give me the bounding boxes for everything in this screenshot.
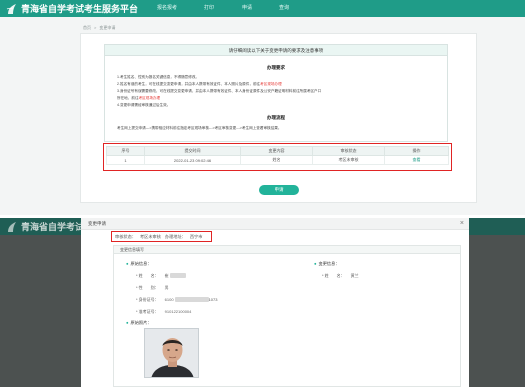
original-id-value: 6100 <box>164 297 174 302</box>
original-id-field: * 身份证号： 6100 1073 <box>136 297 218 303</box>
original-gender-value: 男 <box>164 285 169 290</box>
nav-item-query[interactable]: 查询 <box>279 2 289 15</box>
change-request-modal-screen: 青海省自学考试考生服务平台 变更申请 × 审核状态： 考区未审核 办理地址： 西宁市 … <box>0 218 525 387</box>
notice-line-5: 4.变更申请需经审核通过后生效。 <box>117 103 171 107</box>
notice-line-4: 所在地，前往考区现场办理 <box>117 96 161 100</box>
original-photo-title: ● 原始照片： <box>126 320 152 325</box>
original-photo <box>144 328 199 378</box>
top-navbar: 青海省自学考试考生服务平台 报名报考 打印 申请 查询 <box>0 0 525 17</box>
nav-item-registration[interactable]: 报名报考 <box>157 2 177 15</box>
redacted-block <box>174 297 209 303</box>
app-title: 青海省自学考试考生服务平台 <box>21 4 139 14</box>
original-info-title: ● 原始信息： <box>126 261 152 266</box>
form-section-header: 变更信息填写 <box>114 246 460 254</box>
apply-button[interactable]: 申请 <box>259 185 299 195</box>
close-icon[interactable]: × <box>460 219 464 228</box>
notice-line-1: 1.考生姓名、性别为报名关键信息，不得随意修改。 <box>117 75 200 79</box>
person-photo-icon <box>145 329 198 377</box>
changed-info-title: ● 变更信息： <box>314 261 340 266</box>
original-exam-no-value: 910122100004 <box>164 309 192 314</box>
breadcrumb: 首页 > 变更申请 <box>83 25 115 31</box>
bullet-icon: ● <box>126 261 129 266</box>
notice-line-2: 2.姓名有误的考生，可在线提交变更申请，并由本人携带有效证件、本人照片及原件，前… <box>117 82 282 86</box>
requirements-title: 办理要求 <box>267 65 285 70</box>
process-flow: 考生网上提交申请--->携带相应材料前往指定考区现场审核--->考区审核变更--… <box>117 126 282 130</box>
breadcrumb-home[interactable]: 首页 <box>83 25 91 30</box>
change-request-page: 青海省自学考试考生服务平台 报名报考 打印 申请 查询 首页 > 变更申请 请仔细阅… <box>0 0 525 215</box>
bullet-icon: ● <box>126 320 129 325</box>
process-title: 办理流程 <box>267 115 285 120</box>
changed-name-field: * 姓 名： 黄兰 <box>322 273 359 278</box>
modal-title: 变更申请 <box>88 221 106 226</box>
modal-header: 变更申请 × <box>81 218 469 230</box>
original-name-field: * 姓 名：崔 <box>136 273 186 279</box>
nav-item-print[interactable]: 打印 <box>204 2 214 15</box>
breadcrumb-separator: > <box>94 25 97 30</box>
breadcrumb-current: 变更申请 <box>99 25 116 30</box>
bullet-icon: ● <box>314 261 317 266</box>
original-exam-no-field: * 准考证号： 910122100004 <box>136 309 192 314</box>
change-request-modal: 变更申请 × 审核状态： 考区未审核 办理地址： 西宁市 变更信息填写 ● 原始信息： … <box>81 218 469 387</box>
notice-highlight-2: 考区现场办理 <box>138 96 161 100</box>
notice-line-3: 3.身份证号有误需要修改，可在线提交变更申请，并由本人携带有效证件、本人身份证原… <box>117 89 322 93</box>
platform-logo-icon <box>8 221 16 232</box>
highlight-box-table <box>103 143 452 171</box>
original-gender-field: * 性 别：男 <box>136 285 169 290</box>
changed-name-value: 黄兰 <box>350 273 359 278</box>
notice-box: 请仔细阅读以下关于变更申请的要求及注意事项 办理要求 1.考生姓名、性别为报名关… <box>104 44 448 142</box>
platform-logo-icon <box>6 3 16 14</box>
nav-item-apply[interactable]: 申请 <box>242 2 252 15</box>
highlight-box-status <box>111 231 212 242</box>
redacted-block <box>169 273 186 279</box>
original-id-suffix: 1073 <box>208 297 218 302</box>
notice-header: 请仔细阅读以下关于变更申请的要求及注意事项 <box>105 45 447 56</box>
notice-highlight: 考区现场办理 <box>260 82 282 86</box>
original-name-value: 崔 <box>164 273 169 278</box>
brand: 青海省自学考试考生服务平台 <box>6 2 138 15</box>
